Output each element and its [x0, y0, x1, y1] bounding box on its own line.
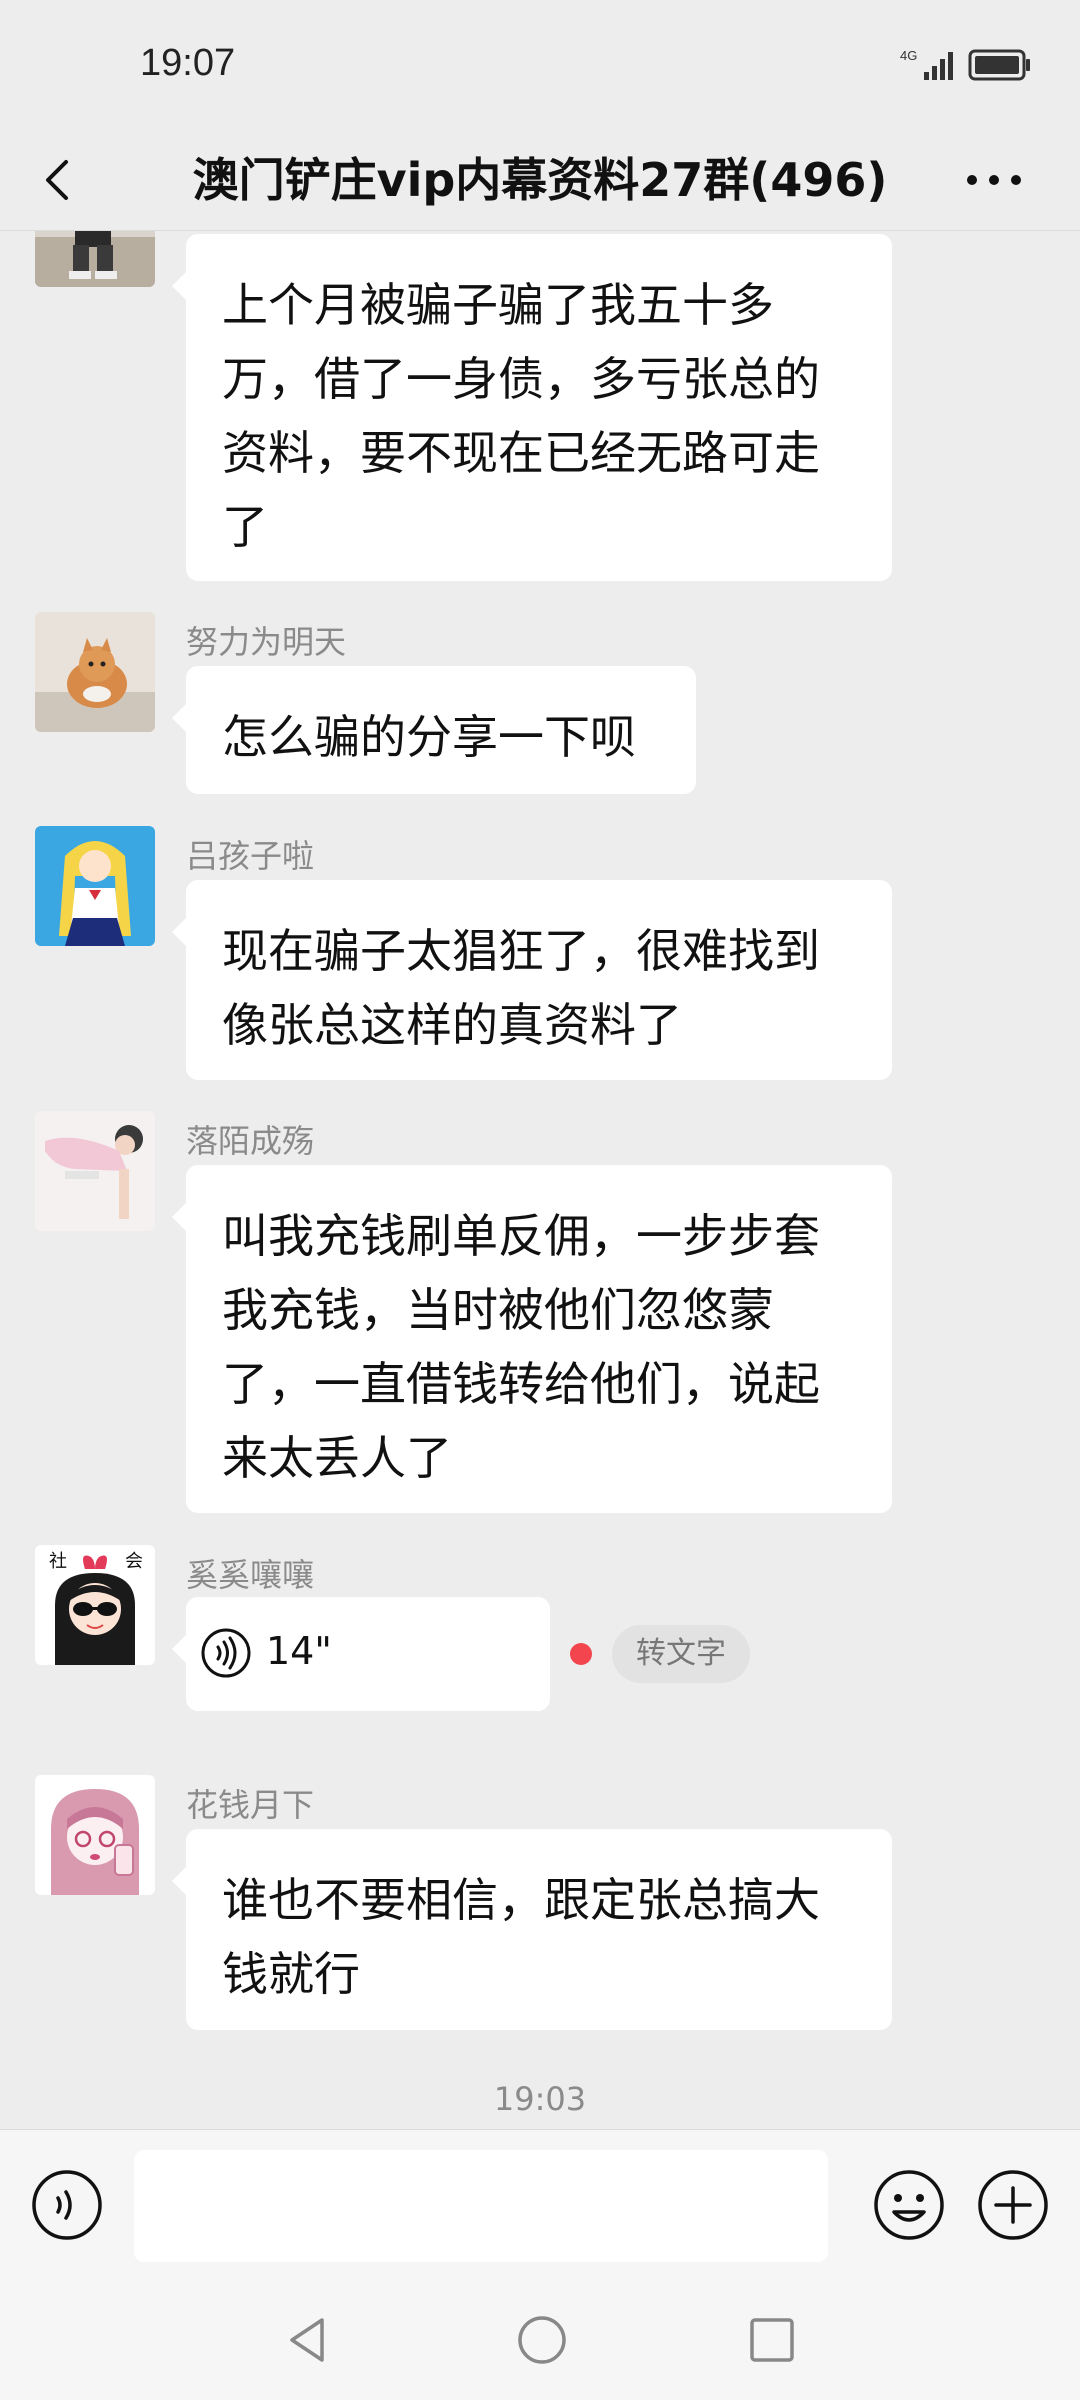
input-bar [0, 2129, 1080, 2280]
status-time: 19:07 [140, 42, 236, 84]
chat-title: 澳门铲庄vip内幕资料27群(496) [192, 153, 888, 207]
message-bubble[interactable]: 现在骗子太猖狂了，很难找到像张总这样的真资料了 [172, 880, 892, 1080]
voice-input-icon[interactable] [30, 2168, 104, 2242]
timestamp: 19:03 [493, 2080, 587, 2118]
nav-recent-apps-icon[interactable] [742, 2310, 802, 2370]
avatar[interactable] [35, 1775, 155, 1895]
message-bubble[interactable]: 谁也不要相信，跟定张总搞大钱就行 [172, 1829, 892, 2030]
unread-dot [570, 1643, 592, 1665]
voice-message-bubble[interactable]: 14" [172, 1597, 550, 1711]
sender-name: 花钱月下 [186, 1786, 315, 1824]
signal-icon: 4G [900, 48, 953, 80]
avatar[interactable] [35, 826, 155, 946]
sender-name: 奚奚嚷嚷 [186, 1556, 315, 1594]
battery-icon [968, 49, 1030, 81]
more-options-icon[interactable] [958, 148, 1030, 212]
status-bar: 19:07 4G [0, 0, 1080, 130]
avatar[interactable] [35, 231, 155, 287]
convert-to-text-button[interactable]: 转文字 [612, 1625, 750, 1683]
sender-name: 努力为明天 [186, 623, 347, 661]
sender-name: 落陌成殇 [186, 1122, 315, 1160]
message-input[interactable] [134, 2150, 828, 2262]
back-arrow-icon[interactable] [28, 148, 92, 212]
voice-duration: 14" [266, 1629, 332, 1673]
avatar-text-2: 会 [125, 1551, 143, 1572]
plus-icon[interactable] [976, 2168, 1050, 2242]
avatar[interactable] [35, 612, 155, 732]
title-bar: 澳门铲庄vip内幕资料27群(496) [0, 130, 1080, 231]
avatar[interactable]: 社 会 [35, 1545, 155, 1665]
message-bubble[interactable]: 叫我充钱刷单反佣，一步步套我充钱，当时被他们忽悠蒙了，一直借钱转给他们，说起来太… [172, 1165, 892, 1513]
network-label: 4G [900, 48, 917, 63]
avatar[interactable] [35, 1111, 155, 1231]
system-nav-bar [0, 2280, 1080, 2400]
sender-name: 吕孩子啦 [186, 837, 315, 875]
emoji-icon[interactable] [872, 2168, 946, 2242]
voice-wave-icon [201, 1628, 251, 1678]
message-bubble[interactable]: 上个月被骗子骗了我五十多万，借了一身债，多亏张总的资料，要不现在已经无路可走了 [172, 234, 892, 581]
message-bubble[interactable]: 怎么骗的分享一下呗 [172, 666, 696, 794]
nav-home-icon[interactable] [512, 2310, 572, 2370]
avatar-text-1: 社 [49, 1551, 67, 1572]
message-list[interactable]: 上个月被骗子骗了我五十多万，借了一身债，多亏张总的资料，要不现在已经无路可走了 … [0, 231, 1080, 2129]
nav-back-icon[interactable] [278, 2310, 338, 2370]
